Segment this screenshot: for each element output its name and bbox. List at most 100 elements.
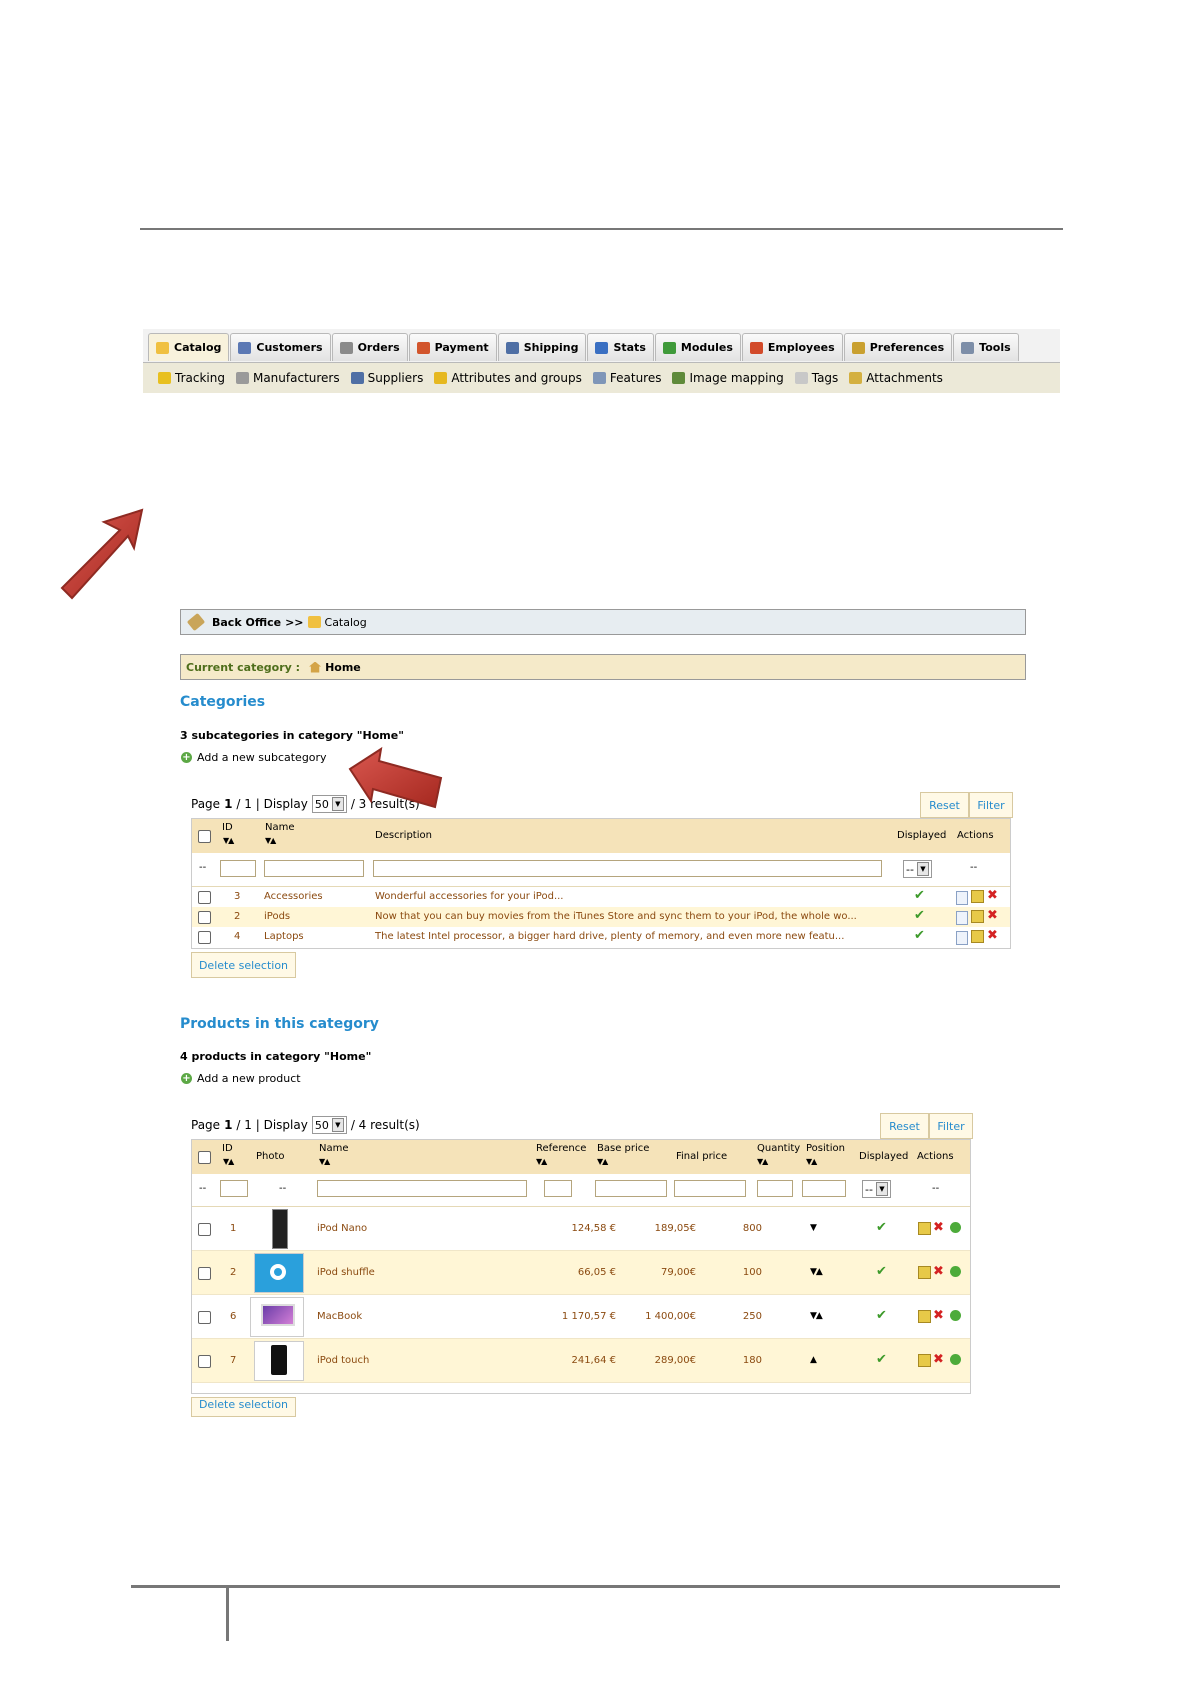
tab-employees[interactable]: Employees [741,333,843,361]
subnav-item-suppliers[interactable]: Suppliers [350,371,423,385]
add-product-link[interactable]: + Add a new product [181,1072,301,1085]
position-arrows-icon[interactable]: ▲ [810,1355,817,1365]
reset-button[interactable]: Reset [880,1113,929,1139]
check-icon[interactable]: ✔ [914,928,925,943]
position-arrows-icon[interactable]: ▼▲ [810,1267,823,1277]
filter-base-price-input[interactable] [595,1180,667,1197]
delete-icon[interactable]: ✖ [933,1220,944,1235]
tracking-icon [158,372,171,384]
check-icon[interactable]: ✔ [914,908,925,923]
sort-name-icon[interactable]: ▼▲ [265,836,276,845]
product-photo [254,1341,304,1381]
delete-icon[interactable]: ✖ [987,928,998,943]
row-name[interactable]: iPod touch [317,1355,369,1366]
duplicate-icon[interactable] [950,1266,961,1277]
filter-id-input[interactable] [220,860,256,877]
duplicate-icon[interactable] [950,1354,961,1365]
row-name[interactable]: Laptops [264,931,304,942]
tab-shipping[interactable]: Shipping [497,333,587,361]
edit-icon[interactable] [918,1222,931,1235]
select-all-checkbox[interactable] [198,1151,211,1164]
check-icon[interactable]: ✔ [876,1264,887,1279]
row-checkbox[interactable] [198,1267,211,1280]
check-icon[interactable]: ✔ [876,1352,887,1367]
per-page-select[interactable]: 50 ▼ [311,1116,347,1134]
tab-tools[interactable]: Tools [953,333,1019,361]
row-checkbox[interactable] [198,931,211,944]
sort-name-icon[interactable]: ▼▲ [319,1157,330,1166]
current-category-value[interactable]: Home [325,661,361,674]
edit-icon[interactable] [918,1354,931,1367]
subnav-item-image-mapping[interactable]: Image mapping [672,371,784,385]
row-checkbox[interactable] [198,1223,211,1236]
view-icon[interactable] [956,891,968,905]
filter-name-input[interactable] [264,860,364,877]
subnav-item-features[interactable]: Features [592,371,661,385]
filter-button[interactable]: Filter [929,1113,973,1139]
sort-quantity-icon[interactable]: ▼▲ [757,1157,768,1166]
filter-description-input[interactable] [373,860,882,877]
check-icon[interactable]: ✔ [914,888,925,903]
row-checkbox[interactable] [198,1355,211,1368]
tab-orders[interactable]: Orders [331,333,408,361]
reset-button[interactable]: Reset [920,792,969,818]
breadcrumb-root[interactable]: Back Office [212,616,281,629]
sort-id-icon[interactable]: ▼▲ [223,836,234,845]
edit-icon[interactable] [918,1266,931,1279]
edit-icon[interactable] [971,910,984,923]
check-icon[interactable]: ✔ [876,1220,887,1235]
row-name[interactable]: Accessories [264,891,323,902]
tab-preferences[interactable]: Preferences [843,333,953,361]
add-subcategory-link[interactable]: + Add a new subcategory [181,751,327,764]
duplicate-icon[interactable] [950,1310,961,1321]
delete-icon[interactable]: ✖ [933,1308,944,1323]
tab-modules[interactable]: Modules [654,333,741,361]
subnav-item-attributes-and-groups[interactable]: Attributes and groups [434,371,582,385]
subnav-item-tags[interactable]: Tags [794,371,838,385]
tab-catalog[interactable]: Catalog [148,333,230,361]
edit-icon[interactable] [918,1310,931,1323]
filter-quantity-input[interactable] [757,1180,793,1197]
sort-position-icon[interactable]: ▼▲ [806,1157,817,1166]
view-icon[interactable] [956,931,968,945]
edit-icon[interactable] [971,890,984,903]
view-icon[interactable] [956,911,968,925]
row-name[interactable]: iPod Nano [317,1223,367,1234]
delete-icon[interactable]: ✖ [987,908,998,923]
row-name[interactable]: iPod shuffle [317,1267,375,1278]
tab-payment[interactable]: Payment [408,333,497,361]
delete-selection-button[interactable]: Delete selection [191,1397,296,1417]
delete-icon[interactable]: ✖ [933,1352,944,1367]
row-checkbox[interactable] [198,891,211,904]
tab-customers[interactable]: Customers [230,333,331,361]
filter-position-input[interactable] [802,1180,846,1197]
subnav-item-tracking[interactable]: Tracking [158,371,225,385]
sort-base-price-icon[interactable]: ▼▲ [597,1157,608,1166]
sort-reference-icon[interactable]: ▼▲ [536,1157,547,1166]
row-name[interactable]: MacBook [317,1311,362,1322]
position-arrows-icon[interactable]: ▼ [810,1223,817,1233]
delete-icon[interactable]: ✖ [987,888,998,903]
check-icon[interactable]: ✔ [876,1308,887,1323]
subnav-item-attachments[interactable]: Attachments [849,371,943,385]
per-page-select[interactable]: 50 ▼ [311,795,347,813]
sort-id-icon[interactable]: ▼▲ [223,1157,234,1166]
delete-selection-button[interactable]: Delete selection [191,952,296,978]
subnav-item-manufacturers[interactable]: Manufacturers [235,371,340,385]
delete-icon[interactable]: ✖ [933,1264,944,1279]
tab-stats[interactable]: Stats [587,333,654,361]
filter-displayed-select[interactable]: -- ▼ [903,860,932,878]
row-checkbox[interactable] [198,911,211,924]
filter-reference-input[interactable] [544,1180,572,1197]
row-name[interactable]: iPods [264,911,290,922]
filter-button[interactable]: Filter [969,792,1013,818]
edit-icon[interactable] [971,930,984,943]
filter-id-input[interactable] [220,1180,248,1197]
row-checkbox[interactable] [198,1311,211,1324]
filter-name-input[interactable] [317,1180,527,1197]
duplicate-icon[interactable] [950,1222,961,1233]
select-all-checkbox[interactable] [198,830,211,843]
filter-final-price-input[interactable] [674,1180,746,1197]
position-arrows-icon[interactable]: ▼▲ [810,1311,823,1321]
filter-displayed-select[interactable]: -- ▼ [862,1180,891,1198]
